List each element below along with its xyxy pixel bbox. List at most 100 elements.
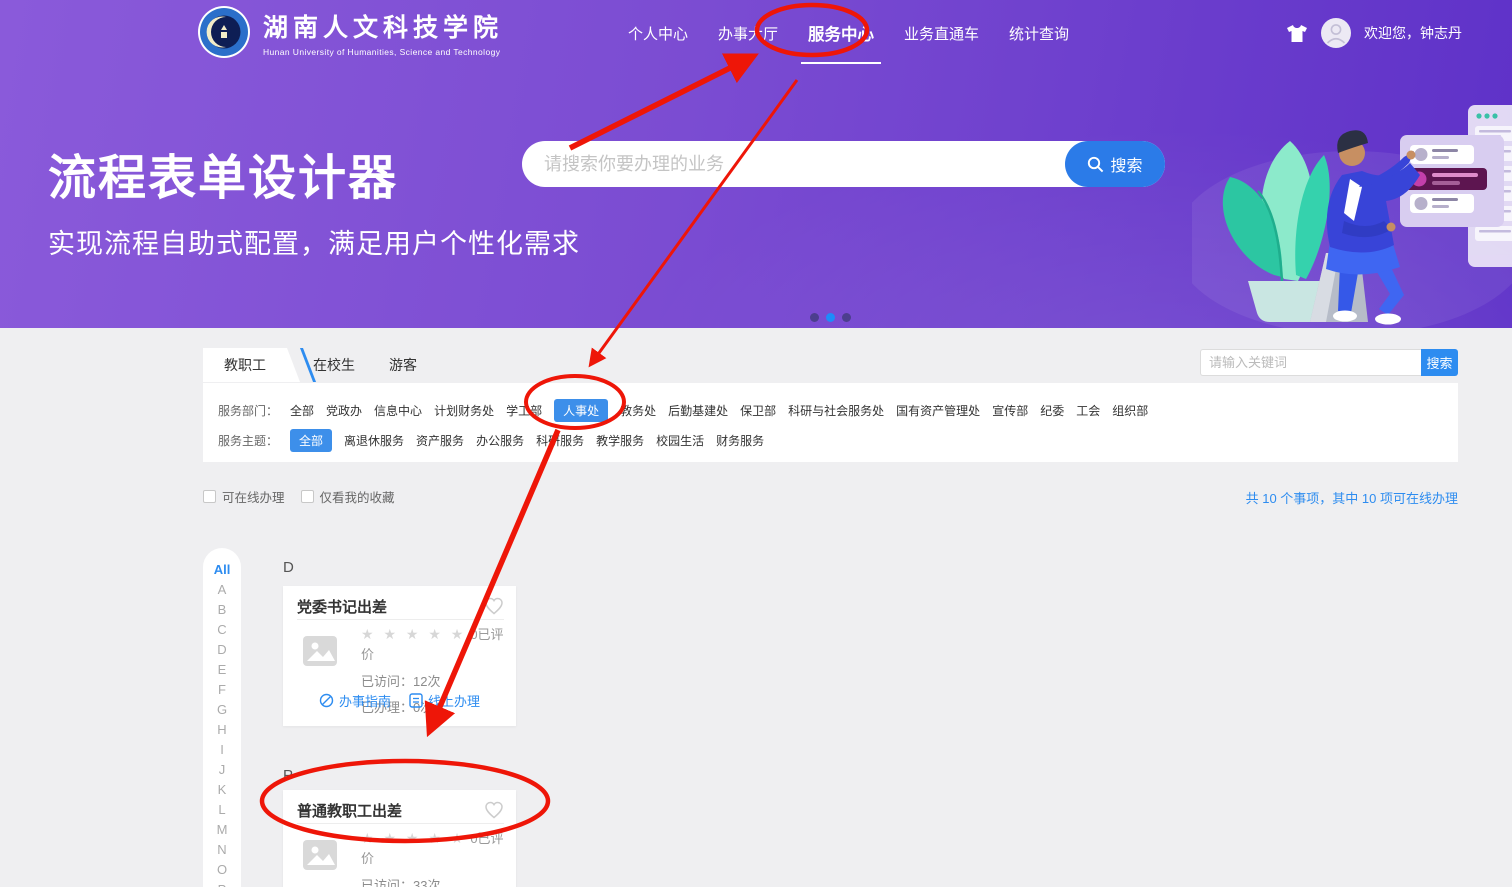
nav-item[interactable]: 服务中心 — [808, 0, 874, 66]
header-user-area: 欢迎您，钟志丹 — [1286, 0, 1462, 66]
keyword-search-button[interactable]: 搜索 — [1421, 349, 1458, 376]
department-option[interactable]: 教务处 — [620, 399, 656, 422]
topic-option[interactable]: 资产服务 — [416, 429, 464, 452]
department-option[interactable]: 宣传部 — [992, 399, 1028, 422]
items-summary: 共 10 个事项，其中 10 项可在线办理 — [1246, 488, 1458, 507]
top-navbar: 湖南人文科技学院 Hunan University of Humanities,… — [0, 0, 1512, 66]
favorite-heart-icon[interactable] — [484, 597, 504, 615]
alphabet-letter[interactable]: P — [218, 880, 227, 887]
online-filter-checkbox[interactable]: 可在线办理 — [203, 487, 285, 506]
department-option[interactable]: 组织部 — [1112, 399, 1148, 422]
alphabet-letter[interactable]: B — [218, 600, 227, 620]
topic-option[interactable]: 全部 — [290, 429, 332, 452]
alphabet-letter[interactable]: L — [218, 800, 225, 820]
online-link[interactable]: 线上办理 — [409, 691, 480, 710]
section-letter-p: P — [283, 767, 293, 784]
topic-option[interactable]: 教学服务 — [596, 429, 644, 452]
filter-panel: 服务部门： 全部党政办信息中心计划财务处学工部人事处教务处后勤基建处保卫部科研与… — [203, 383, 1458, 462]
university-logo: 湖南人文科技学院 Hunan University of Humanities,… — [197, 5, 503, 59]
alphabet-letter[interactable]: O — [217, 860, 227, 880]
department-option[interactable]: 计划财务处 — [434, 399, 494, 422]
service-card-dangwei[interactable]: 党委书记出差 ★ ★ ★ ★ ★0已评价 已访问：12次 已办理：0次 — [283, 586, 516, 726]
favorites-filter-checkbox[interactable]: 仅看我的收藏 — [301, 487, 395, 506]
service-center-page: 湖南人文科技学院 Hunan University of Humanities,… — [0, 0, 1512, 887]
favorites-filter-label: 仅看我的收藏 — [320, 487, 395, 506]
department-option[interactable]: 国有资产管理处 — [896, 399, 980, 422]
alphabet-letter[interactable]: F — [218, 680, 226, 700]
audience-tabs: 教职工 在校生 游客 — [203, 348, 451, 382]
topic-filter-row: 服务主题： 全部离退休服务资产服务办公服务科研服务教学服务校园生活财务服务 — [218, 429, 764, 452]
visit-count: 已访问：33次 — [361, 875, 516, 887]
favorite-heart-icon[interactable] — [484, 801, 504, 819]
department-option[interactable]: 党政办 — [326, 399, 362, 422]
topic-option[interactable]: 办公服务 — [476, 429, 524, 452]
hero-banner: 湖南人文科技学院 Hunan University of Humanities,… — [0, 0, 1512, 328]
alphabet-letter[interactable]: G — [217, 700, 227, 720]
alphabet-letter[interactable]: I — [220, 740, 224, 760]
topic-options: 全部离退休服务资产服务办公服务科研服务教学服务校园生活财务服务 — [290, 429, 764, 452]
department-option[interactable]: 后勤基建处 — [668, 399, 728, 422]
alphabet-letter[interactable]: M — [217, 820, 228, 840]
main-nav: 个人中心办事大厅服务中心业务直通车统计查询 — [628, 0, 1069, 66]
card-title: 普通教职工出差 — [297, 800, 402, 821]
alphabet-letter[interactable]: D — [217, 640, 226, 660]
theme-shirt-icon[interactable] — [1286, 24, 1308, 43]
carousel-dot[interactable] — [810, 313, 819, 322]
department-filter-row: 服务部门： 全部党政办信息中心计划财务处学工部人事处教务处后勤基建处保卫部科研与… — [218, 399, 1148, 422]
department-option[interactable]: 人事处 — [554, 399, 608, 422]
nav-item[interactable]: 统计查询 — [1009, 0, 1069, 66]
carousel-dot[interactable] — [826, 313, 835, 322]
carousel-dots — [810, 313, 851, 322]
topic-option[interactable]: 校园生活 — [656, 429, 704, 452]
avatar[interactable] — [1321, 18, 1351, 48]
department-option[interactable]: 学工部 — [506, 399, 542, 422]
hero-subtitle: 实现流程自助式配置，满足用户个性化需求 — [48, 222, 580, 261]
department-option[interactable]: 工会 — [1076, 399, 1100, 422]
hero-search-input[interactable] — [522, 154, 1065, 175]
alphabet-letter[interactable]: H — [217, 720, 226, 740]
topic-option[interactable]: 科研服务 — [536, 429, 584, 452]
keyword-search: 搜索 — [1200, 349, 1458, 376]
department-option[interactable]: 信息中心 — [374, 399, 422, 422]
nav-item[interactable]: 个人中心 — [628, 0, 688, 66]
alphabet-letter[interactable]: N — [217, 840, 226, 860]
carousel-dot[interactable] — [842, 313, 851, 322]
alphabet-letter[interactable]: A — [218, 580, 227, 600]
alphabet-letter[interactable]: All — [214, 560, 231, 580]
alphabet-letter[interactable]: C — [217, 620, 226, 640]
section-letter-d: D — [283, 559, 294, 576]
alphabet-letter[interactable]: J — [219, 760, 226, 780]
checkbox-icon — [301, 490, 314, 503]
department-option[interactable]: 科研与社会服务处 — [788, 399, 884, 422]
service-card-putong[interactable]: 普通教职工出差 ★ ★ ★ ★ ★0已评价 已访问：33次 已办理：0次 — [283, 790, 516, 887]
guide-compass-icon — [319, 693, 334, 708]
hero-search-button-label: 搜索 — [1110, 152, 1142, 176]
audience-tab[interactable]: 在校生 — [313, 355, 355, 375]
guide-link[interactable]: 办事指南 — [319, 691, 391, 710]
image-placeholder-icon — [295, 630, 345, 679]
department-option[interactable]: 全部 — [290, 399, 314, 422]
department-filter-label: 服务部门： — [218, 402, 278, 419]
university-emblem-icon — [197, 5, 251, 59]
topic-option[interactable]: 离退休服务 — [344, 429, 404, 452]
topic-filter-label: 服务主题： — [218, 432, 278, 449]
visit-count: 已访问：12次 — [361, 671, 516, 690]
image-placeholder-icon — [295, 834, 345, 883]
nav-item[interactable]: 办事大厅 — [718, 0, 778, 66]
search-icon — [1087, 156, 1104, 173]
hero-search-bar: 搜索 — [522, 141, 1165, 187]
department-option[interactable]: 纪委 — [1040, 399, 1064, 422]
checkbox-icon — [203, 490, 216, 503]
nav-item[interactable]: 业务直通车 — [904, 0, 979, 66]
topic-option[interactable]: 财务服务 — [716, 429, 764, 452]
department-option[interactable]: 保卫部 — [740, 399, 776, 422]
alphabet-letter[interactable]: K — [218, 780, 227, 800]
hero-search-button[interactable]: 搜索 — [1065, 141, 1165, 187]
university-name: 湖南人文科技学院 — [263, 8, 503, 44]
audience-tab[interactable]: 教职工 — [203, 348, 287, 382]
alphabet-letter[interactable]: E — [218, 660, 227, 680]
keyword-search-input[interactable] — [1200, 349, 1421, 376]
audience-tab[interactable]: 游客 — [389, 355, 417, 375]
online-doc-icon — [409, 693, 423, 708]
online-filter-label: 可在线办理 — [222, 487, 285, 506]
